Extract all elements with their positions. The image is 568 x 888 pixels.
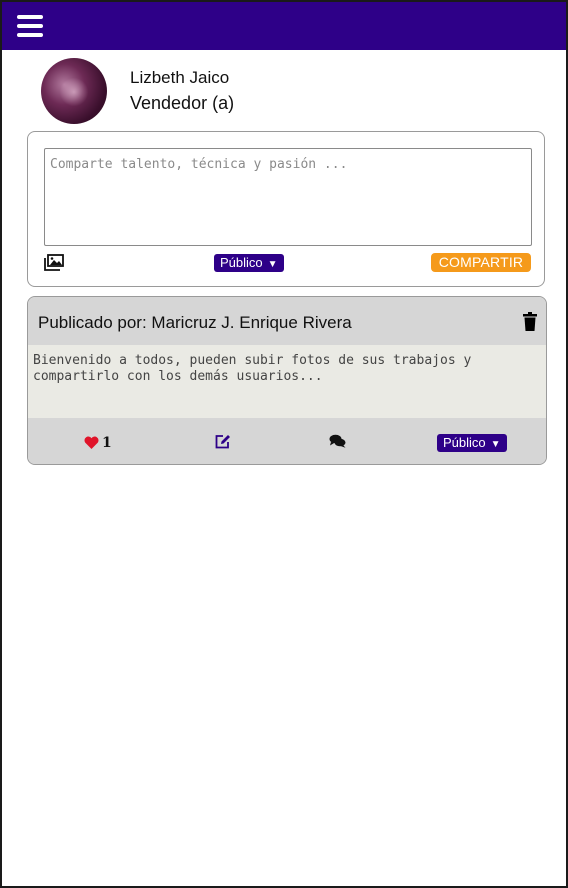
post-body: Bienvenido a todos, pueden subir fotos d… xyxy=(28,345,546,418)
post-author: Publicado por: Maricruz J. Enrique River… xyxy=(38,313,352,332)
avatar[interactable] xyxy=(41,58,107,124)
post-actions: 1 Público ▼ xyxy=(28,418,546,464)
post-card: Publicado por: Maricruz J. Enrique River… xyxy=(27,296,547,465)
edit-icon[interactable] xyxy=(215,434,231,449)
like-button[interactable]: 1 xyxy=(84,434,112,452)
trash-icon[interactable] xyxy=(522,312,538,331)
user-role: Vendedor (a) xyxy=(130,93,235,113)
hamburger-icon[interactable] xyxy=(17,15,43,37)
like-count: 1 xyxy=(102,434,112,451)
post-composer: Público ▼ COMPARTIR xyxy=(27,131,545,287)
share-button[interactable]: COMPARTIR xyxy=(431,253,531,272)
images-icon[interactable] xyxy=(44,254,64,271)
user-name: Lizbeth Jaico xyxy=(130,68,230,87)
chevron-down-icon: ▼ xyxy=(490,439,501,450)
privacy-select[interactable]: Público ▼ xyxy=(214,254,284,272)
top-navbar xyxy=(2,0,566,50)
privacy-label: Público xyxy=(220,255,263,270)
post-input[interactable] xyxy=(44,148,532,246)
chevron-down-icon: ▼ xyxy=(267,259,278,270)
post-privacy-select[interactable]: Público ▼ xyxy=(437,434,507,452)
post-header: Publicado por: Maricruz J. Enrique River… xyxy=(28,297,546,345)
post-privacy-label: Público xyxy=(443,435,486,450)
comments-icon[interactable] xyxy=(329,434,346,448)
heart-icon xyxy=(84,436,99,450)
